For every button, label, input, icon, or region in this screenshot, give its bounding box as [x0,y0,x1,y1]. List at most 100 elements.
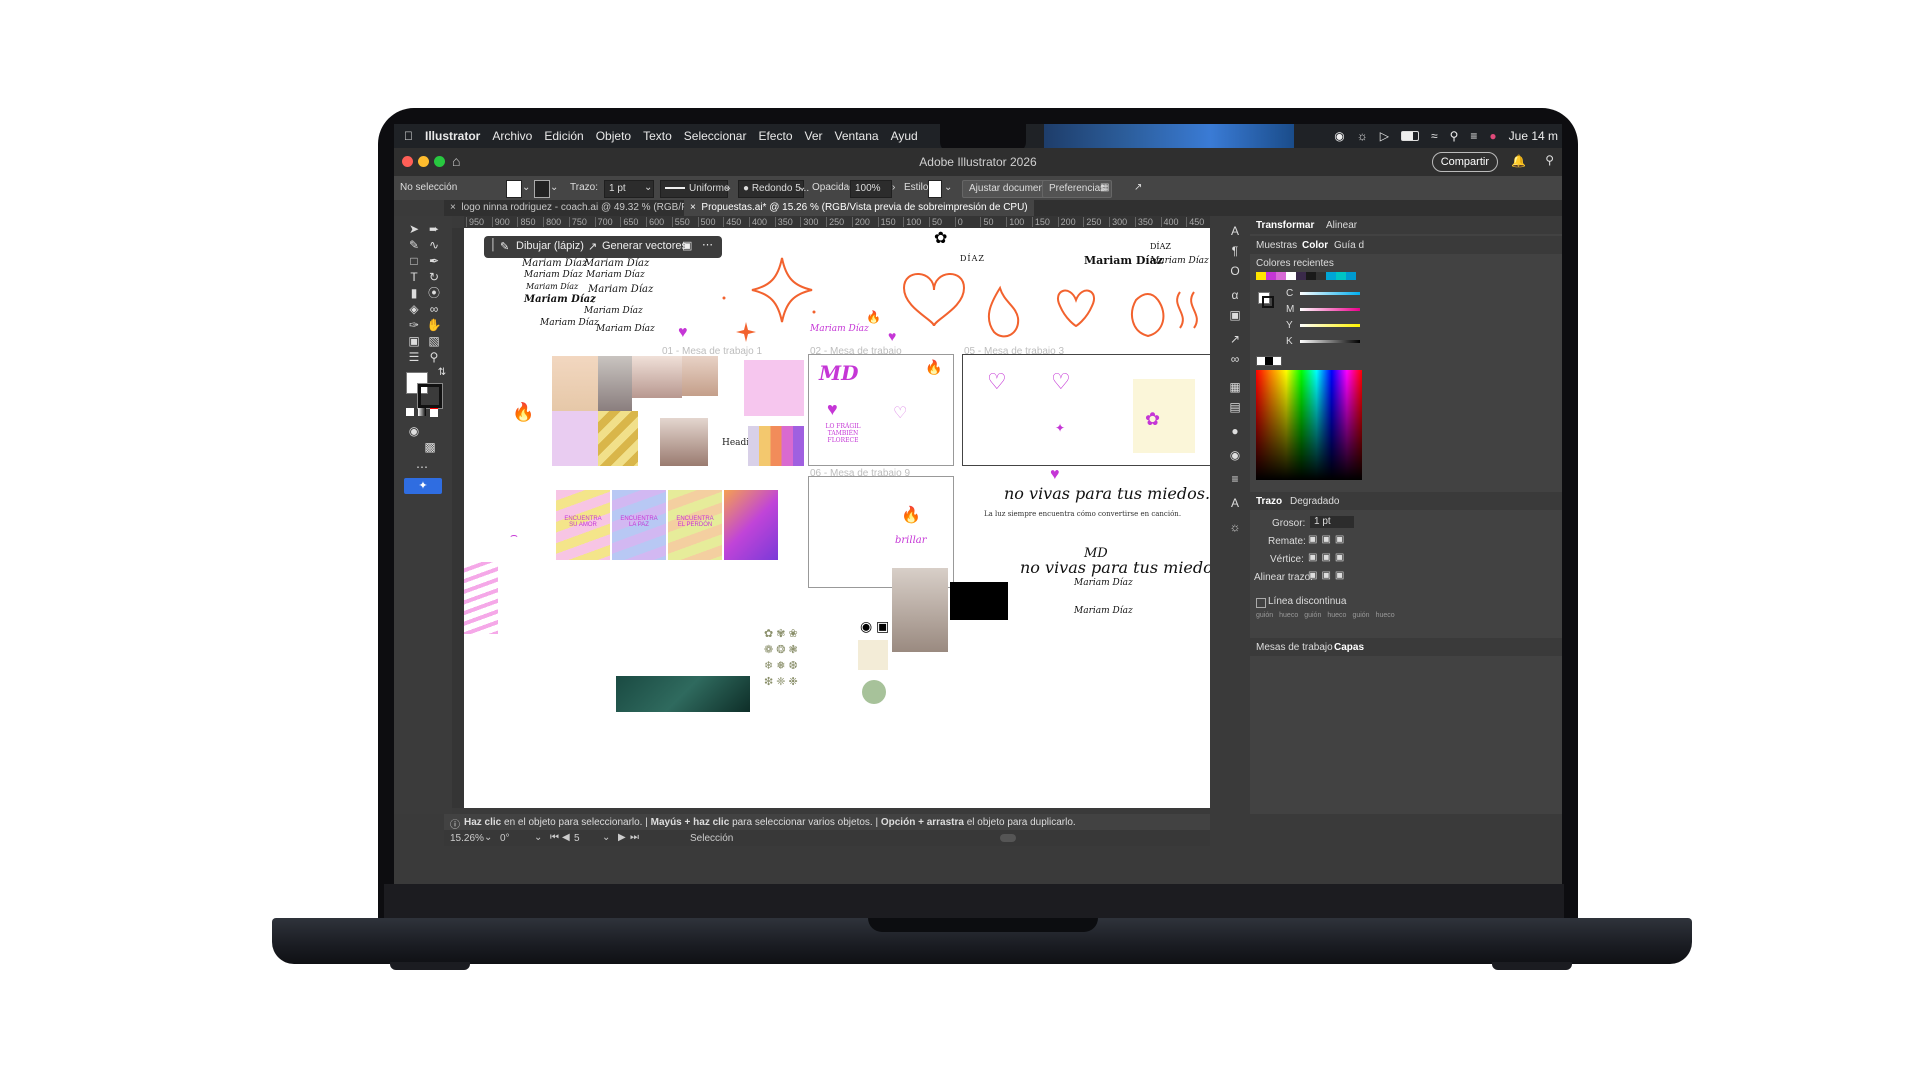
chevron-down-icon[interactable]: ⌄ [534,832,542,843]
none-black-white-chips[interactable] [1256,356,1282,366]
color-spectrum[interactable] [1256,370,1362,480]
help-icon[interactable]: ⓘ [450,816,460,831]
stroke-profile-select[interactable]: Uniforme [660,180,730,198]
chevron-down-icon[interactable]: ⌄ [484,832,492,843]
type-panel-icon[interactable]: A [1227,496,1243,510]
direct-selection-tool-icon[interactable]: ➨ [426,222,442,236]
rotate-tool-icon[interactable]: ↻ [426,270,442,284]
rotation-input[interactable]: 0° [500,833,510,844]
opacity-input[interactable]: 100% [850,180,892,198]
tab-alinear[interactable]: Alinear [1326,220,1357,231]
join-buttons-icon[interactable]: ▣▣▣ [1308,552,1348,563]
arrange-icon[interactable]: ▦ [1100,180,1109,196]
gap-label[interactable]: hueco [1327,612,1346,619]
wifi-icon[interactable]: ≈ [1431,129,1438,143]
tab-trazo[interactable]: Trazo [1256,496,1282,507]
chevron-down-icon[interactable]: ⌄ [944,180,952,196]
menu-ayuda[interactable]: Ayud [885,129,924,143]
black-slider[interactable] [1300,340,1360,343]
tab-transformar[interactable]: Transformar [1256,220,1314,231]
export-panel-icon[interactable]: ↗ [1227,332,1243,346]
chevron-down-icon[interactable]: ⌄ [602,832,610,843]
color-mode-icon[interactable] [406,408,414,416]
app-menu[interactable]: Illustrator [419,129,486,143]
recent-color-swatches[interactable] [1256,272,1356,280]
chevron-down-icon[interactable]: ⌄ [644,180,652,196]
clock[interactable]: Jue 14 m [1509,129,1558,143]
dashed-line-checkbox[interactable] [1256,598,1266,608]
next-artboard-icon[interactable]: ▶ [618,832,626,843]
chart-tool-icon[interactable]: ☰ [406,350,422,364]
none-mode-icon[interactable] [430,408,438,417]
stroke-swatch[interactable] [534,180,550,198]
chevron-down-icon[interactable]: ⌄ [522,180,530,196]
character-panel-icon[interactable]: A [1227,224,1243,238]
opentype-panel-icon[interactable]: O [1227,264,1243,278]
curvature-tool-icon[interactable]: ∿ [426,238,442,252]
menu-ver[interactable]: Ver [799,129,829,143]
artboard-02[interactable]: MD 🔥 ♥ ♡ LO FRÁGIL TAMBIÉN FLORECE [808,354,954,466]
tab-guia-color[interactable]: Guía d [1334,240,1364,251]
creative-cloud-icon[interactable]: ◉ [1334,129,1344,143]
swap-colors-icon[interactable]: ⇅ [434,366,450,380]
horizontal-scrollbar-thumb[interactable] [1000,834,1016,842]
hand-tool-icon[interactable]: ✋ [426,318,442,332]
tab-muestras[interactable]: Muestras [1256,240,1297,251]
chevron-down-icon[interactable]: ⌄ [724,180,732,196]
paragraph-panel-icon[interactable]: ¶ [1227,244,1243,258]
zoom-level-input[interactable]: 15.26% [450,833,484,844]
chevron-down-icon[interactable]: ⌄ [798,180,806,196]
tab-capas[interactable]: Capas [1334,642,1364,653]
type-tool-icon[interactable]: T [406,270,422,284]
last-artboard-icon[interactable]: ⏭ [630,832,639,843]
glyphs-panel-icon[interactable]: α [1227,288,1243,302]
gap-label[interactable]: hueco [1376,612,1395,619]
brush-select[interactable]: ● Redondo 5... [738,180,809,198]
layers-panel-icon[interactable]: ▤ [1227,400,1243,414]
fill-swatch[interactable] [506,180,522,198]
brush-tool-icon[interactable]: ✒ [426,254,442,268]
artboard-05[interactable]: ♡ ♡ ✿ ✦ [962,354,1210,466]
draw-mode-icon[interactable]: ◉ [406,424,422,438]
gradient-mode-icon[interactable] [418,408,426,416]
spotlight-search-icon[interactable]: ⚲ [1450,129,1459,143]
magenta-slider[interactable] [1300,308,1360,311]
menu-ventana[interactable]: Ventana [829,129,885,143]
artboard-canvas[interactable]: │ ✎ Dibujar (lápiz) ↗ Generar vectores ▣… [464,228,1210,808]
apple-icon[interactable]:  [394,129,419,143]
chevron-down-icon[interactable]: ⌄ [550,180,558,196]
slice-tool-icon[interactable]: ▧ [426,334,442,348]
graphic-styles-icon[interactable]: ◉ [1227,448,1243,462]
gap-label[interactable]: hueco [1279,612,1298,619]
artboard-tool-icon[interactable]: ▣ [406,334,422,348]
dash-label[interactable]: guión [1304,612,1321,619]
ai-assist-icon[interactable]: ✦ [404,478,442,494]
eraser-tool-icon[interactable]: ▮ [406,286,422,300]
lasso-tool-icon[interactable]: ⦿ [426,286,442,300]
more-tools-icon[interactable]: ⋯ [414,460,430,474]
asset-export-icon[interactable]: ▣ [1227,308,1243,322]
grosor-input[interactable]: 1 pt [1310,516,1354,528]
menu-edicion[interactable]: Edición [538,129,589,143]
dash-label[interactable]: guión [1256,612,1273,619]
menu-archivo[interactable]: Archivo [486,129,538,143]
zoom-tool-icon[interactable]: ⚲ [426,350,442,364]
eyedropper-tool-icon[interactable]: ✑ [406,318,422,332]
style-swatch[interactable] [928,180,942,198]
menu-texto[interactable]: Texto [637,129,678,143]
first-artboard-icon[interactable]: ⏮ [550,832,559,843]
brightness-panel-icon[interactable]: ☼ [1227,520,1243,534]
screen-mode-icon[interactable]: ▩ [422,440,438,454]
rectangle-tool-icon[interactable]: □ [406,254,422,268]
notifications-icon[interactable]: 🔔 [1511,154,1526,168]
brightness-icon[interactable]: ☼ [1357,129,1368,143]
cap-buttons-icon[interactable]: ▣▣▣ [1308,534,1348,545]
play-icon[interactable]: ▷ [1380,129,1389,143]
menu-objeto[interactable]: Objeto [590,129,637,143]
align-stroke-buttons-icon[interactable]: ▣▣▣ [1308,570,1348,581]
tab-degradado[interactable]: Degradado [1290,496,1339,507]
blend-tool-icon[interactable]: ∞ [426,302,442,316]
links-panel-icon[interactable]: ∞ [1227,352,1243,366]
tab-propuestas[interactable]: × Propuestas.ai* @ 15.26 % (RGB/Vista pr… [684,200,1034,216]
artboard-number-input[interactable]: 5 [574,833,580,844]
